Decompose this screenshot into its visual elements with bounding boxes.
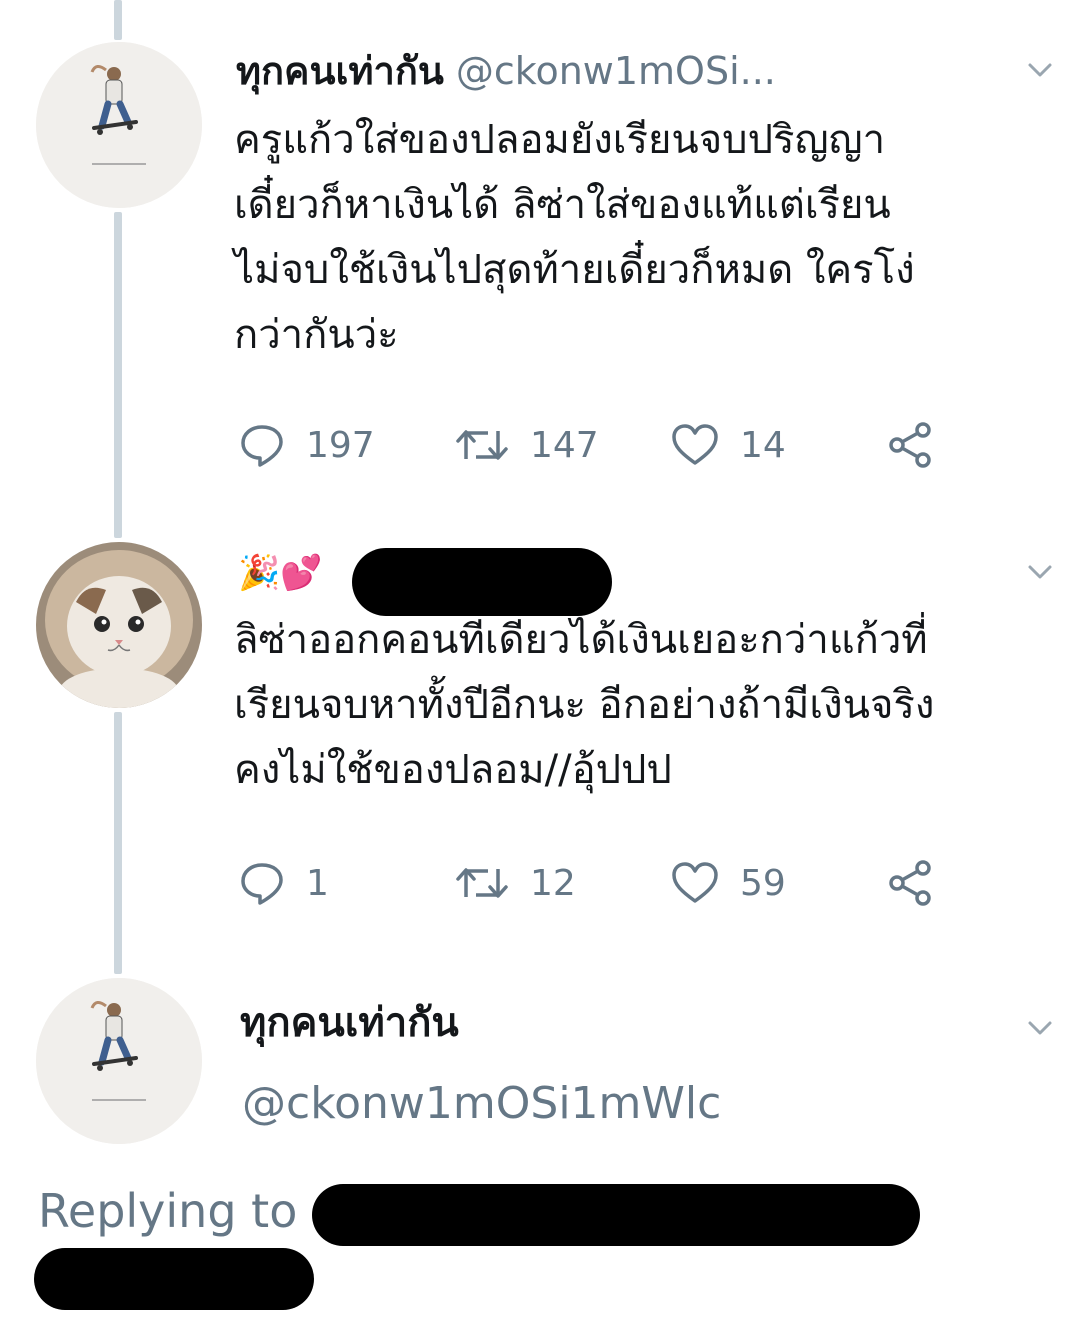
redacted-reply-handle-2[interactable] xyxy=(34,1248,314,1310)
share-button[interactable] xyxy=(886,858,956,908)
user-handle[interactable]: @ckonw1mOSi1mWlc xyxy=(242,1078,721,1129)
retweet-count: 12 xyxy=(530,862,576,904)
skateboarder-avatar-icon xyxy=(36,978,202,1144)
display-name[interactable]: ทุกคนเท่ากัน xyxy=(236,49,444,93)
cat-avatar-icon xyxy=(36,542,202,708)
redacted-reply-handle[interactable] xyxy=(312,1184,920,1246)
chevron-down-icon[interactable] xyxy=(1022,52,1058,88)
tweet-actions: 1 12 59 xyxy=(238,858,958,908)
reply-icon xyxy=(241,425,283,467)
tweet-actions: 197 147 14 xyxy=(238,420,958,470)
avatar[interactable] xyxy=(36,542,202,708)
reply-count: 1 xyxy=(306,862,329,904)
tweet-text: ลิซ่าออกคอนทีเดียวได้เงินเยอะกว่าแก้วที่… xyxy=(234,617,935,793)
chevron-down-icon[interactable] xyxy=(1022,1010,1058,1046)
chevron-down-icon[interactable] xyxy=(1022,554,1058,590)
user-handle[interactable]: @ckonw1mOSi... xyxy=(456,49,776,93)
reply-button[interactable]: 197 xyxy=(238,420,375,470)
replying-to: Replying to @ xyxy=(38,1184,358,1238)
share-button[interactable] xyxy=(886,420,956,470)
emoji-prefix: 🎉💕 xyxy=(238,553,323,593)
display-name[interactable]: ทุกคนเท่ากัน xyxy=(240,1000,459,1046)
tweet-header: 🎉💕 xyxy=(238,546,323,598)
retweet-button[interactable]: 12 xyxy=(454,858,576,908)
retweet-icon xyxy=(456,430,508,460)
reply-button[interactable]: 1 xyxy=(238,858,329,908)
retweet-icon xyxy=(456,868,508,898)
tweet-header: ทุกคนเท่ากัน @ckonw1mOSi... xyxy=(236,46,776,96)
share-icon xyxy=(889,422,931,468)
retweet-button[interactable]: 147 xyxy=(454,420,599,470)
like-count: 59 xyxy=(740,862,786,904)
reply-count: 197 xyxy=(306,424,375,466)
skateboarder-avatar-icon xyxy=(36,42,202,208)
avatar[interactable] xyxy=(36,978,202,1144)
tweet-header: ทุกคนเท่ากัน xyxy=(240,998,459,1048)
reply-icon xyxy=(241,863,283,905)
avatar[interactable] xyxy=(36,42,202,208)
tweet-text: ครูแก้วใส่ของปลอมยังเรียนจบปริญญา เดี๋ยว… xyxy=(234,117,915,358)
thread-line-2 xyxy=(114,712,122,974)
like-button[interactable]: 14 xyxy=(670,420,786,470)
thread-line-1 xyxy=(114,212,122,538)
thread-line-top xyxy=(114,0,122,40)
share-icon xyxy=(889,860,931,906)
redacted-display-name xyxy=(352,548,612,616)
heart-icon xyxy=(672,862,718,903)
heart-icon xyxy=(672,424,718,465)
like-count: 14 xyxy=(740,424,786,466)
retweet-count: 147 xyxy=(530,424,599,466)
like-button[interactable]: 59 xyxy=(670,858,786,908)
